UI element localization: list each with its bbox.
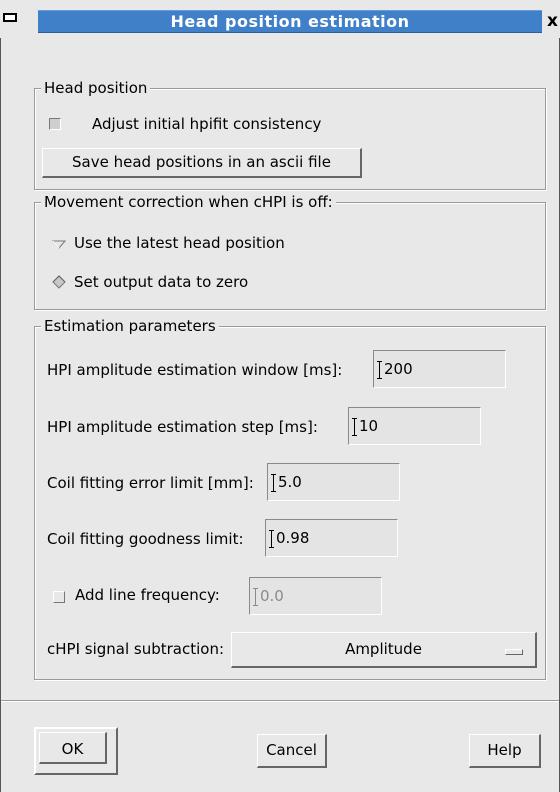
line-frequency-label: Add line frequency: <box>75 586 220 604</box>
amplitude-window-input[interactable]: 200 <box>373 350 506 388</box>
ok-label: OK <box>61 740 84 758</box>
cancel-label: Cancel <box>266 741 317 759</box>
amplitude-window-value: 200 <box>384 360 413 378</box>
adjust-hpifit-label: Adjust initial hpifit consistency <box>92 115 322 133</box>
help-label: Help <box>487 741 522 759</box>
radio-latest-head-position-label: Use the latest head position <box>74 234 285 252</box>
title-bar: Head position estimation x <box>0 0 560 38</box>
movement-correction-group: Movement correction when cHPI is off: <box>34 192 546 310</box>
radio-output-zero[interactable] <box>52 275 66 289</box>
footer-separator <box>1 700 559 702</box>
help-button[interactable]: Help <box>469 734 541 768</box>
line-frequency-input[interactable]: 0.0 <box>249 577 382 615</box>
radio-latest-head-position[interactable] <box>52 236 66 250</box>
radio-output-zero-label: Set output data to zero <box>74 273 249 291</box>
amplitude-window-label: HPI amplitude estimation window [ms]: <box>47 361 343 379</box>
amplitude-step-label: HPI amplitude estimation step [ms]: <box>47 418 318 436</box>
adjust-hpifit-checkbox[interactable] <box>49 118 61 130</box>
coil-error-label: Coil fitting error limit [mm]: <box>47 474 254 492</box>
head-position-legend: Head position <box>41 78 151 98</box>
option-menu-indicator-icon <box>505 649 523 655</box>
window-menu-button[interactable] <box>3 13 17 22</box>
coil-goodness-input[interactable]: 0.98 <box>265 519 398 557</box>
text-cursor-icon <box>271 474 279 492</box>
amplitude-step-value: 10 <box>359 417 379 435</box>
text-cursor-icon <box>352 418 360 436</box>
save-head-positions-label: Save head positions in an ascii file <box>72 153 331 171</box>
save-head-positions-button[interactable]: Save head positions in an ascii file <box>42 148 362 178</box>
window-title[interactable]: Head position estimation <box>38 10 542 33</box>
coil-goodness-label: Coil fitting goodness limit: <box>47 530 244 548</box>
text-cursor-icon <box>377 361 385 379</box>
amplitude-step-input[interactable]: 10 <box>348 407 481 445</box>
close-icon[interactable]: x <box>547 12 558 30</box>
movement-correction-legend: Movement correction when cHPI is off: <box>41 192 336 212</box>
line-frequency-checkbox[interactable] <box>53 591 65 603</box>
cancel-button[interactable]: Cancel <box>257 734 327 768</box>
signal-subtraction-value: Amplitude <box>345 640 422 658</box>
signal-subtraction-dropdown[interactable]: Amplitude <box>231 632 537 668</box>
coil-error-value: 5.0 <box>278 473 302 491</box>
coil-error-input[interactable]: 5.0 <box>267 463 400 501</box>
text-cursor-icon <box>253 588 261 606</box>
line-frequency-value: 0.0 <box>260 587 284 605</box>
estimation-parameters-legend: Estimation parameters <box>41 316 219 336</box>
window-frame-left <box>0 38 1 792</box>
text-cursor-icon <box>269 530 277 548</box>
coil-goodness-value: 0.98 <box>276 529 310 547</box>
signal-subtraction-label: cHPI signal subtraction: <box>47 640 225 658</box>
ok-button[interactable]: OK <box>34 727 118 775</box>
